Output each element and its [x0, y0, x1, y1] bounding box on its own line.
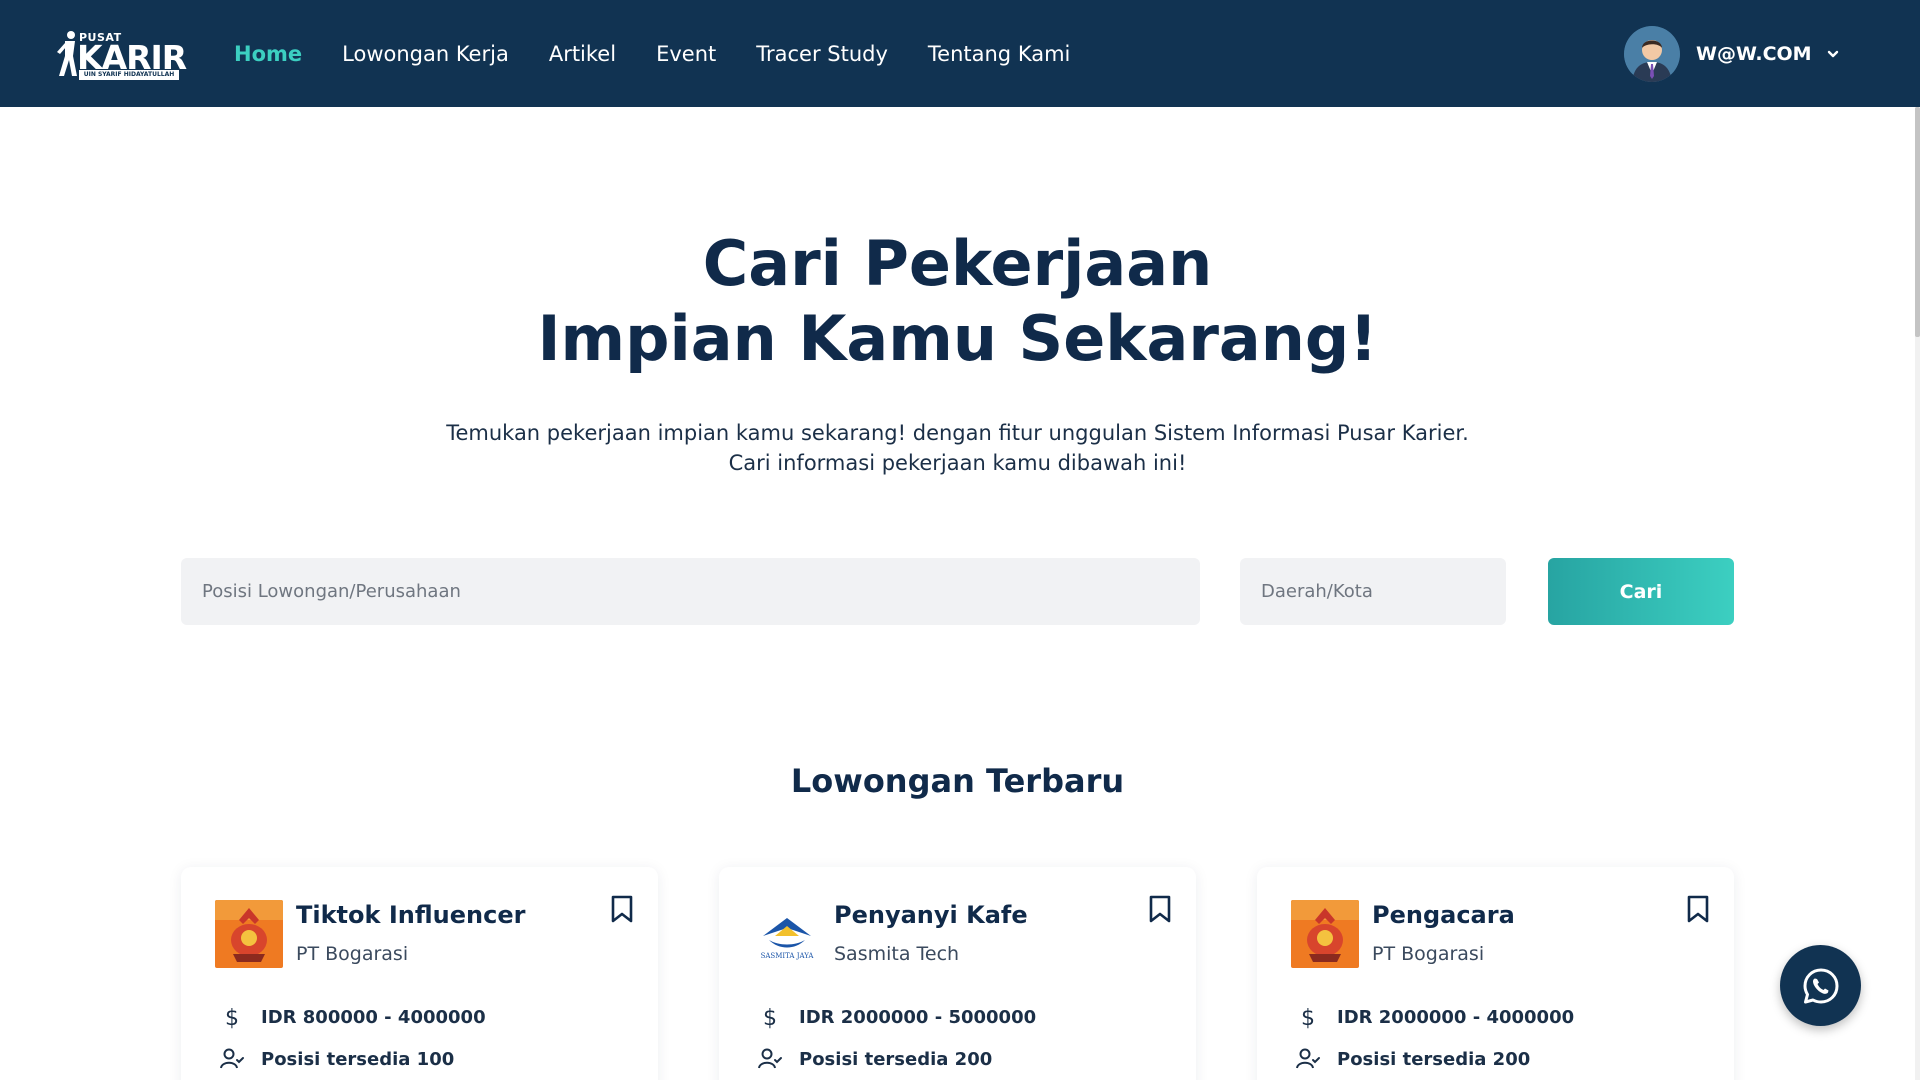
job-salary-row: $ IDR 800000 - 4000000 — [219, 1004, 486, 1030]
job-positions-row: Posisi tersedia 200 — [757, 1046, 992, 1072]
nav-event[interactable]: Event — [656, 42, 716, 66]
user-check-icon — [1296, 1048, 1320, 1069]
page-scrollbar[interactable] — [1915, 107, 1920, 1080]
sasmita-logo: SASMITA JAYA — [753, 900, 821, 968]
scrollbar-thumb[interactable] — [1915, 107, 1920, 337]
job-title[interactable]: Pengacara — [1372, 901, 1515, 929]
pusat-karir-logo[interactable]: PUSAT KARIR UIN SYARIF HIDAYATULLAH — [55, 28, 187, 82]
avatar[interactable] — [1624, 26, 1680, 82]
job-company: PT Bogarasi — [296, 943, 409, 965]
hero-title: Cari Pekerjaan Impian Kamu Sekarang! — [0, 226, 1915, 376]
navbar: PUSAT KARIR UIN SYARIF HIDAYATULLAH Home… — [0, 0, 1920, 107]
nav-lowongan-kerja[interactable]: Lowongan Kerja — [342, 42, 509, 66]
nav-home[interactable]: Home — [234, 42, 302, 66]
hero-title-line-1: Cari Pekerjaan — [702, 227, 1213, 300]
hero-subtitle: Temukan pekerjaan impian kamu sekarang! … — [0, 418, 1915, 478]
hero-subtitle-line-1: Temukan pekerjaan impian kamu sekarang! … — [446, 421, 1469, 445]
user-avatar-icon — [1624, 26, 1680, 82]
user-check-icon — [758, 1048, 782, 1069]
bookmark-icon[interactable] — [609, 894, 635, 924]
dollar-icon: $ — [225, 1006, 239, 1030]
job-salary-row: $ IDR 2000000 - 4000000 — [1295, 1004, 1574, 1030]
job-positions: Posisi tersedia 200 — [799, 1048, 993, 1070]
nav-tracer-study[interactable]: Tracer Study — [756, 42, 888, 66]
whatsapp-icon — [1803, 968, 1838, 1003]
job-positions: Posisi tersedia 200 — [1337, 1048, 1531, 1070]
whatsapp-button[interactable] — [1780, 945, 1861, 1026]
hero-title-line-2: Impian Kamu Sekarang! — [537, 302, 1378, 375]
nav-artikel[interactable]: Artikel — [549, 42, 616, 66]
user-menu[interactable]: W@W.COM — [1624, 26, 1840, 82]
job-salary: IDR 2000000 - 4000000 — [1337, 1006, 1575, 1028]
latest-jobs-heading: Lowongan Terbaru — [790, 762, 1125, 800]
job-positions-row: Posisi tersedia 200 — [1295, 1046, 1530, 1072]
chevron-down-icon[interactable] — [1826, 47, 1840, 61]
user-name[interactable]: W@W.COM — [1696, 43, 1812, 65]
job-salary: IDR 2000000 - 5000000 — [799, 1006, 1037, 1028]
city-search-input[interactable] — [1240, 558, 1506, 625]
dollar-icon: $ — [763, 1006, 777, 1030]
svg-text:$: $ — [763, 1006, 777, 1030]
job-company: PT Bogarasi — [1372, 943, 1485, 965]
bookmark-icon[interactable] — [1147, 894, 1173, 924]
job-title[interactable]: Penyanyi Kafe — [834, 901, 1028, 929]
sasmita-logo-text: SASMITA JAYA — [761, 952, 815, 960]
bogarasi-logo — [1291, 900, 1359, 968]
user-check-icon — [220, 1048, 244, 1069]
search-button[interactable]: Cari — [1548, 558, 1734, 625]
job-title[interactable]: Tiktok Influencer — [296, 901, 525, 929]
job-company: Sasmita Tech — [834, 943, 960, 965]
bogarasi-logo — [215, 900, 283, 968]
nav-tentang-kami[interactable]: Tentang Kami — [928, 42, 1070, 66]
hero-subtitle-line-2: Cari informasi pekerjaan kamu dibawah in… — [728, 451, 1187, 475]
job-positions-row: Posisi tersedia 100 — [219, 1046, 454, 1072]
logo-subtitle: UIN SYARIF HIDAYATULLAH — [79, 70, 179, 80]
job-positions: Posisi tersedia 100 — [261, 1048, 455, 1070]
svg-text:$: $ — [225, 1006, 239, 1030]
position-company-search-input[interactable] — [181, 558, 1200, 625]
main-nav: Home Lowongan Kerja Artikel Event Tracer… — [234, 0, 1070, 107]
bookmark-icon[interactable] — [1685, 894, 1711, 924]
dollar-icon: $ — [1301, 1006, 1315, 1030]
svg-text:$: $ — [1301, 1006, 1315, 1030]
job-salary: IDR 800000 - 4000000 — [261, 1006, 486, 1028]
job-salary-row: $ IDR 2000000 - 5000000 — [757, 1004, 1036, 1030]
